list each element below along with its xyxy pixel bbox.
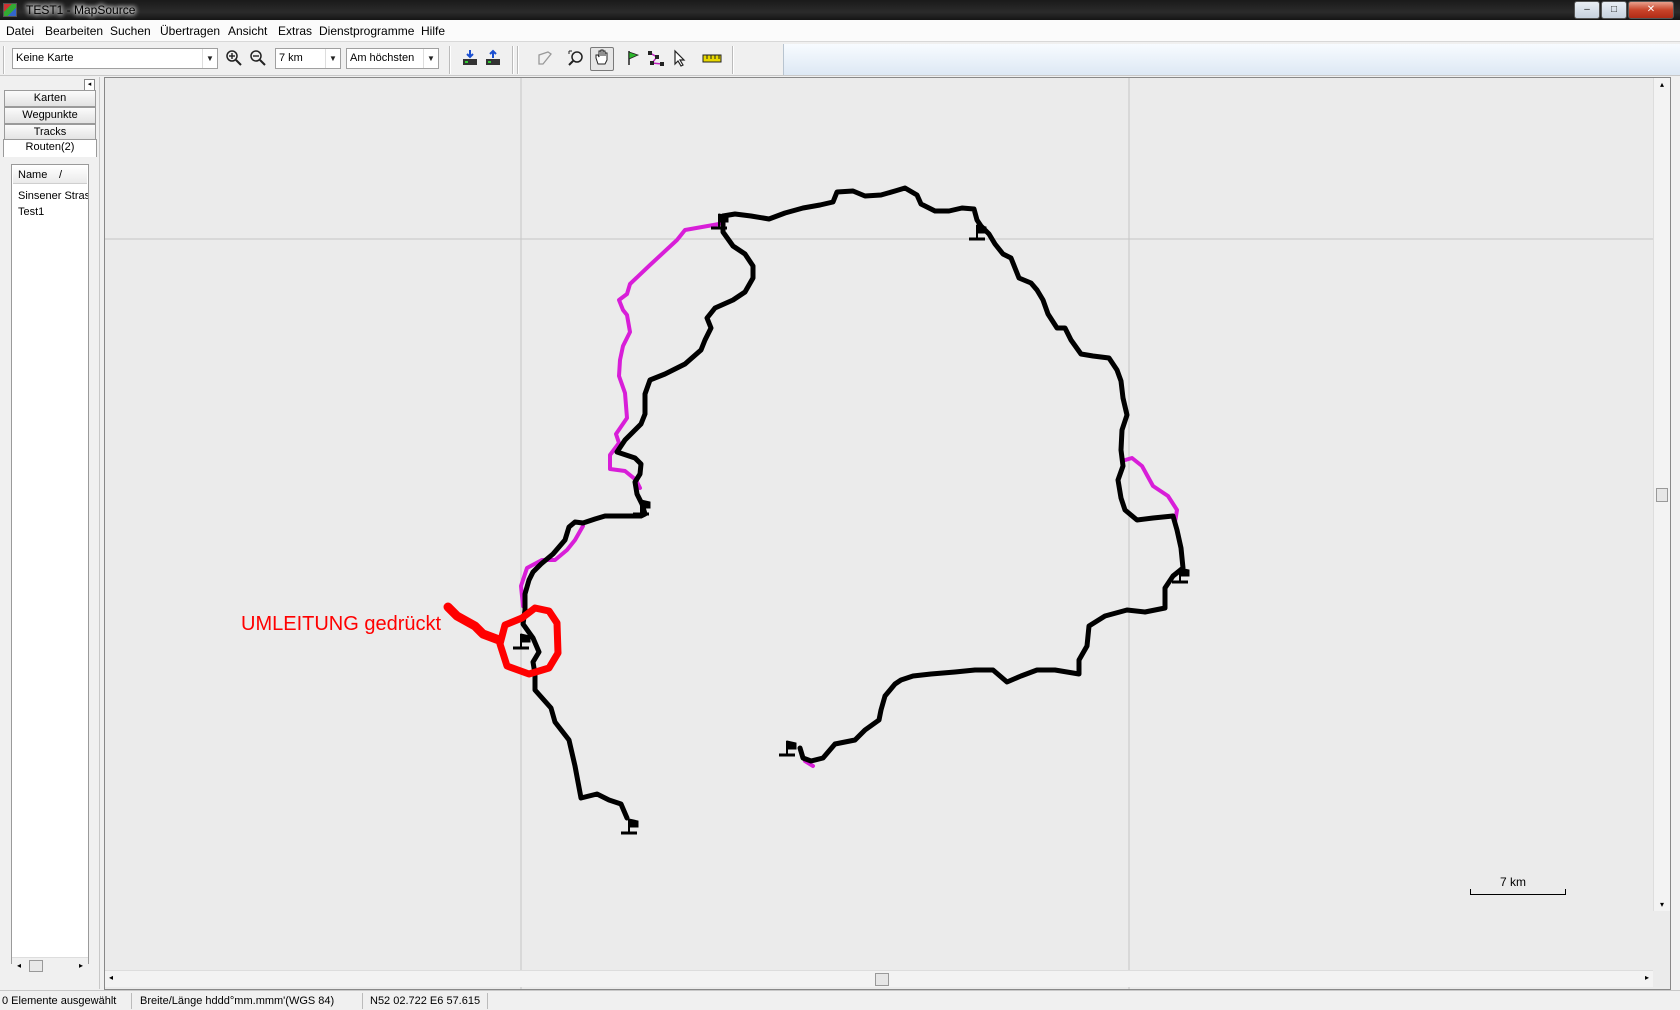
status-divider <box>362 993 363 1009</box>
map-select-tool-icon[interactable] <box>535 49 555 69</box>
tab-karten[interactable]: Karten <box>4 90 96 107</box>
scroll-thumb[interactable] <box>1656 488 1668 502</box>
map-horizontal-scrollbar[interactable]: ◂ ▸ <box>105 970 1653 987</box>
cursor-coordinates: N52 02.722 E6 57.615 <box>370 995 481 1007</box>
menu-datei[interactable]: Datei <box>6 24 34 38</box>
scroll-right-icon[interactable]: ▸ <box>74 958 88 974</box>
toolbar-separator <box>732 46 734 74</box>
menu-hilfe[interactable]: Hilfe <box>421 24 445 38</box>
coordinate-format: Breite/Länge hddd°mm.mmm'(WGS 84) <box>140 995 335 1007</box>
status-divider <box>131 993 132 1009</box>
toolbar-grip <box>3 46 5 74</box>
scroll-left-icon[interactable]: ◂ <box>109 973 113 982</box>
menu-bearbeiten[interactable]: Bearbeiten <box>45 24 103 38</box>
scroll-left-icon[interactable]: ◂ <box>12 958 26 974</box>
annotation-marker <box>443 602 562 678</box>
measure-distance-icon[interactable] <box>702 49 722 69</box>
alternate-route <box>519 222 1179 768</box>
scale-label: 7 km <box>1500 875 1527 889</box>
menu-bar: Datei Bearbeiten Suchen Übertragen Ansic… <box>0 20 1680 42</box>
toolbar-separator <box>512 46 514 74</box>
scroll-down-icon[interactable]: ▾ <box>1654 900 1670 909</box>
column-header-label: Name <box>18 169 48 181</box>
maximize-button[interactable]: □ <box>1601 1 1627 19</box>
zoom-out-icon[interactable] <box>248 49 268 69</box>
close-button[interactable]: ✕ <box>1628 1 1674 19</box>
flag-icon <box>633 499 651 516</box>
flag-icon <box>513 633 531 650</box>
minimize-button[interactable]: – <box>1574 1 1600 19</box>
scroll-up-icon[interactable]: ▴ <box>1654 80 1670 89</box>
list-item[interactable]: Test1 <box>18 206 88 218</box>
zoom-tool-icon[interactable] <box>566 49 586 69</box>
column-header-name[interactable]: Name / <box>13 166 87 184</box>
scroll-thumb[interactable] <box>29 960 43 972</box>
map-view[interactable]: UMLEITUNG gedrückt 7 km <box>104 77 1671 990</box>
window-title: TEST1 - MapSource <box>26 3 136 17</box>
map-vertical-scrollbar[interactable]: ▴ ▾ <box>1653 78 1670 911</box>
menu-suchen[interactable]: Suchen <box>110 24 151 38</box>
chevron-down-icon: ▼ <box>325 49 340 68</box>
flag-icon <box>969 224 987 241</box>
selection-tool-icon[interactable] <box>670 49 690 69</box>
flag-icon <box>779 740 797 757</box>
scroll-thumb[interactable] <box>875 973 889 986</box>
route-list: Name / Sinsener Stras Test1 <box>11 164 89 964</box>
route-tool-icon[interactable] <box>646 49 666 69</box>
menu-dienstprogramme[interactable]: Dienstprogramme <box>319 24 414 38</box>
sidebar: ◂ Karten Wegpunkte Tracks Routen(2) Name… <box>0 77 100 989</box>
zoom-in-icon[interactable] <box>224 49 244 69</box>
app-icon <box>3 3 17 17</box>
main-route <box>520 185 1186 821</box>
status-bar: 0 Elemente ausgewählt Breite/Länge hddd°… <box>0 990 1680 1010</box>
zoom-level-value: 7 km <box>279 52 303 64</box>
menu-ansicht[interactable]: Ansicht <box>228 24 267 38</box>
send-to-device-icon[interactable] <box>483 49 503 69</box>
chevron-down-icon: ▼ <box>423 49 438 68</box>
toolbar-empty-area <box>783 44 1680 75</box>
selection-status: 0 Elemente ausgewählt <box>2 995 117 1007</box>
map-select-dropdown[interactable]: Keine Karte ▼ <box>12 48 218 69</box>
sort-indicator-icon: / <box>59 169 63 181</box>
status-divider <box>487 993 488 1009</box>
scale-bar <box>1470 889 1566 895</box>
zoom-level-dropdown[interactable]: 7 km ▼ <box>275 48 341 69</box>
menu-uebertragen[interactable]: Übertragen <box>160 24 220 38</box>
tab-routen[interactable]: Routen(2) <box>3 139 97 157</box>
hand-tool-icon[interactable] <box>590 47 614 71</box>
tab-wegpunkte[interactable]: Wegpunkte <box>4 107 96 124</box>
map-canvas[interactable] <box>105 78 1671 990</box>
list-item[interactable]: Sinsener Stras <box>18 190 88 202</box>
toolbar-separator <box>517 46 519 74</box>
toolbar: Keine Karte ▼ 7 km ▼ Am höchsten ▼ <box>0 42 1680 76</box>
waypoint-tool-icon[interactable] <box>623 49 643 69</box>
flag-icon <box>621 818 639 835</box>
list-horizontal-scrollbar[interactable]: ◂ ▸ <box>12 957 88 973</box>
chevron-down-icon: ▼ <box>202 49 217 68</box>
scroll-right-icon[interactable]: ▸ <box>1645 973 1649 982</box>
detail-level-dropdown[interactable]: Am höchsten ▼ <box>346 48 439 69</box>
title-bar: TEST1 - MapSource – □ ✕ <box>0 0 1680 20</box>
annotation-label: UMLEITUNG gedrückt <box>241 613 442 635</box>
receive-from-device-icon[interactable] <box>460 49 480 69</box>
menu-extras[interactable]: Extras <box>278 24 312 38</box>
toolbar-separator <box>449 46 451 74</box>
map-select-value: Keine Karte <box>16 52 74 64</box>
detail-level-value: Am höchsten <box>350 52 415 64</box>
